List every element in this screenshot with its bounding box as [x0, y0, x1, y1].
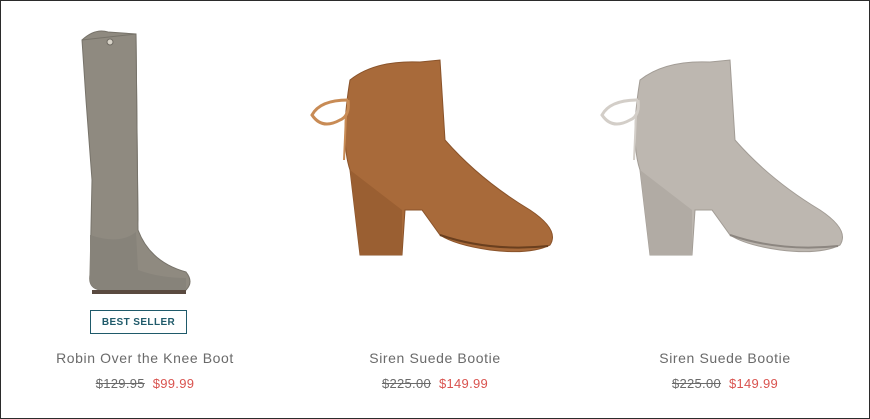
product-card-siren-brown[interactable]: Siren Suede Bootie $225.00 $149.99	[290, 0, 580, 419]
product-image[interactable]	[580, 20, 870, 295]
sale-price: $99.99	[152, 376, 195, 391]
product-card-siren-gray[interactable]: Siren Suede Bootie $225.00 $149.99	[580, 0, 870, 419]
over-the-knee-boot-icon	[81, 30, 191, 294]
original-price: $129.95	[95, 376, 145, 391]
original-price: $225.00	[381, 376, 432, 391]
best-seller-badge[interactable]: BEST SELLER	[90, 310, 187, 334]
product-name[interactable]: Siren Suede Bootie	[290, 350, 580, 366]
product-card-robin[interactable]: BEST SELLER Robin Over the Knee Boot $12…	[0, 0, 290, 419]
product-name[interactable]: Siren Suede Bootie	[580, 350, 870, 366]
product-name[interactable]: Robin Over the Knee Boot	[0, 350, 290, 366]
heeled-bootie-icon	[600, 59, 843, 256]
original-price: $225.00	[671, 376, 722, 391]
product-price: $225.00 $149.99	[580, 376, 870, 391]
product-price: $129.95 $99.99	[0, 376, 290, 391]
sale-price: $149.99	[438, 376, 489, 391]
product-image[interactable]	[290, 20, 580, 295]
sale-price: $149.99	[728, 376, 779, 391]
product-image[interactable]	[0, 20, 290, 295]
heeled-bootie-icon	[310, 59, 553, 256]
product-price: $225.00 $149.99	[290, 376, 580, 391]
